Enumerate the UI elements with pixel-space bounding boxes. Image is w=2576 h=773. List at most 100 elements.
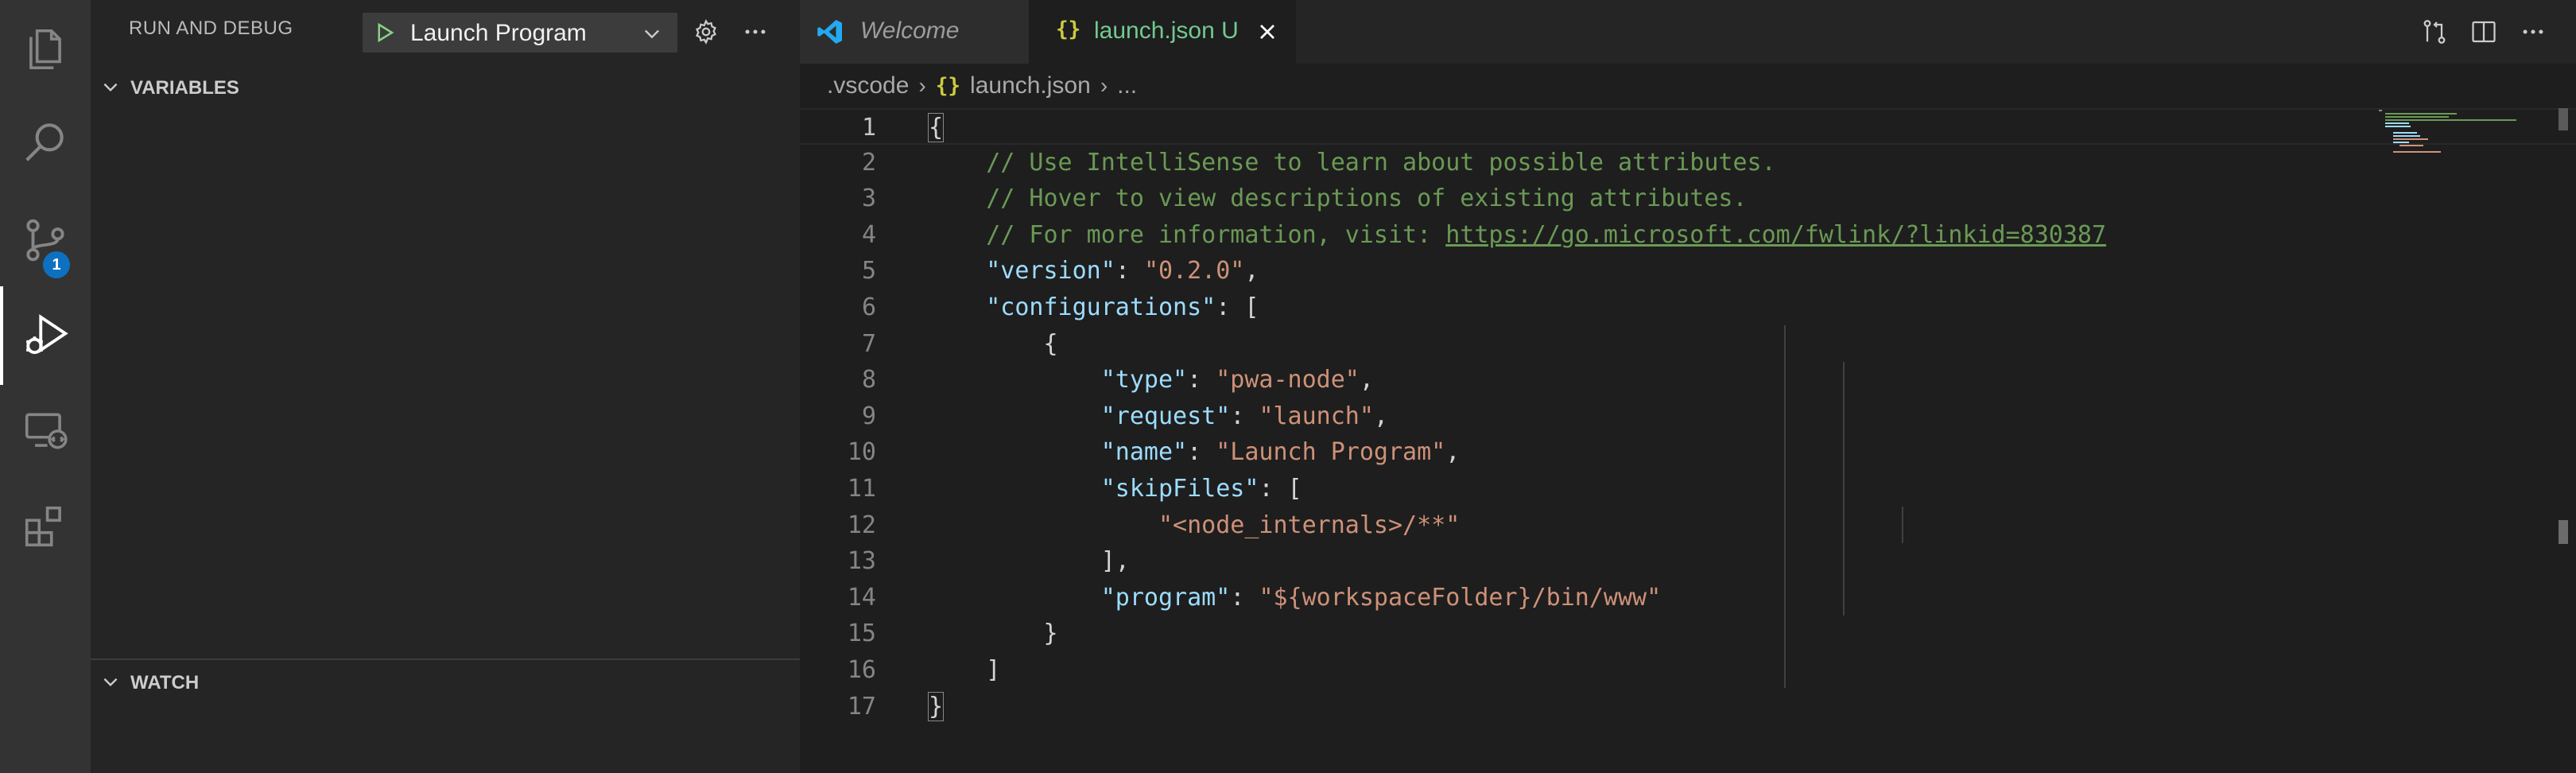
sidebar-title: RUN AND DEBUG (129, 17, 293, 39)
open-changes-icon[interactable] (2417, 14, 2452, 49)
breadcrumb: .vscode › {} launch.json › ... (827, 70, 1146, 102)
code-line[interactable]: 6 "configurations": [ (800, 289, 2576, 326)
line-number: 7 (861, 329, 876, 358)
variables-section-label: VARIABLES (130, 77, 239, 99)
split-editor-icon[interactable] (2466, 14, 2501, 49)
scrollbar-marker (2559, 520, 2568, 544)
more-actions-icon[interactable] (738, 14, 773, 49)
run-debug-sidebar: RUN AND DEBUG Launch Program VARIABLES W… (91, 0, 800, 773)
code-text: "<node_internals>/**" (1158, 511, 1461, 539)
minimap[interactable] (2377, 108, 2520, 172)
code-text: "name": "Launch Program", (1100, 438, 1461, 467)
code-line[interactable]: 1{ (800, 108, 2576, 145)
code-text: { (929, 329, 1058, 358)
code-text: { (927, 113, 945, 142)
code-text: "type": "pwa-node", (1100, 366, 1374, 394)
run-debug-icon[interactable] (0, 286, 91, 385)
line-number: 17 (847, 692, 876, 721)
debug-config-select[interactable]: Launch Program (363, 13, 677, 52)
chevron-right-icon: › (918, 73, 926, 98)
line-number: 15 (847, 620, 876, 648)
chevron-down-icon (103, 83, 118, 92)
code-text: ] (929, 656, 1001, 684)
breadcrumb-file[interactable]: launch.json (970, 72, 1091, 99)
code-line[interactable]: 12 "<node_internals>/**" (800, 507, 2576, 544)
start-debugging-icon[interactable] (372, 21, 396, 45)
explorer-icon[interactable] (0, 0, 91, 99)
breadcrumb-symbols[interactable]: ... (1117, 72, 1137, 99)
json-file-icon: {} (1056, 17, 1081, 41)
code-line[interactable]: 7 { (800, 326, 2576, 363)
activity-bar: 1 (0, 0, 91, 773)
variables-section-header[interactable]: VARIABLES (91, 67, 800, 107)
code-text: "program": "${workspaceFolder}/bin/www" (1100, 583, 1662, 612)
tab-label: Welcome (860, 17, 960, 44)
source-control-badge: 1 (43, 251, 70, 278)
line-number: 4 (861, 220, 876, 249)
vscode-logo-icon (817, 20, 842, 44)
line-number: 8 (861, 366, 876, 394)
sidebar-header: RUN AND DEBUG Launch Program (91, 0, 800, 64)
remote-explorer-icon[interactable] (0, 382, 91, 480)
line-number: 9 (861, 402, 876, 430)
indent-guide (1902, 507, 1903, 543)
tab-bar: Welcome {} launch.json U (800, 0, 2576, 64)
indent-guide (1843, 362, 1845, 616)
indent-guide (1784, 325, 1786, 688)
line-number: 16 (847, 656, 876, 684)
line-number: 2 (861, 148, 876, 177)
editor-area: Welcome {} launch.json U .vscode › {} la… (800, 0, 2576, 773)
code-line[interactable]: 8 "type": "pwa-node", (800, 362, 2576, 398)
code-line[interactable]: 9 "request": "launch", (800, 398, 2576, 435)
code-text: ], (929, 547, 1130, 576)
source-control-icon[interactable]: 1 (0, 191, 91, 289)
untracked-status: U (1221, 17, 1239, 44)
debug-config-label: Launch Program (410, 20, 587, 46)
close-icon[interactable] (1255, 19, 1280, 45)
code-line[interactable]: 16 ] (800, 652, 2576, 689)
line-number: 5 (861, 257, 876, 286)
docs-link[interactable]: https://go.microsoft.com/fwlink/?linkid=… (1445, 221, 2106, 249)
chevron-down-icon (103, 678, 118, 687)
code-line[interactable]: 13 ], (800, 543, 2576, 580)
code-line[interactable]: 2 // Use IntelliSense to learn about pos… (800, 145, 2576, 181)
line-number: 14 (847, 583, 876, 612)
code-line[interactable]: 11 "skipFiles": [ (800, 471, 2576, 507)
code-editor[interactable]: 1{2 // Use IntelliSense to learn about p… (800, 108, 2576, 773)
tab-launch-json[interactable]: {} launch.json U (1029, 0, 1296, 64)
code-text: // For more information, visit: https://… (929, 220, 2107, 249)
code-text: "request": "launch", (1100, 402, 1388, 430)
scrollbar-thumb[interactable] (2559, 108, 2568, 130)
code-text: // Use IntelliSense to learn about possi… (929, 148, 1776, 177)
line-number: 6 (861, 293, 876, 321)
line-number: 11 (847, 475, 876, 503)
code-line[interactable]: 10 "name": "Launch Program", (800, 434, 2576, 471)
code-line[interactable]: 17} (800, 689, 2576, 725)
code-line[interactable]: 5 "version": "0.2.0", (800, 253, 2576, 289)
gear-icon[interactable] (689, 14, 724, 49)
code-line[interactable]: 15 } (800, 616, 2576, 652)
line-number: 13 (847, 547, 876, 576)
code-line[interactable]: 14 "program": "${workspaceFolder}/bin/ww… (800, 580, 2576, 616)
extensions-icon[interactable] (0, 477, 91, 576)
more-actions-icon[interactable] (2516, 14, 2551, 49)
code-text: "skipFiles": [ (1100, 475, 1302, 503)
chevron-down-icon (645, 29, 659, 39)
search-icon[interactable] (0, 92, 91, 191)
code-line[interactable]: 3 // Hover to view descriptions of exist… (800, 181, 2576, 217)
line-number: 3 (861, 185, 876, 213)
watch-section-header[interactable]: WATCH (91, 662, 800, 701)
section-divider[interactable] (91, 658, 800, 660)
json-file-icon: {} (935, 74, 961, 98)
code-text: } (927, 691, 945, 721)
code-text: } (929, 620, 1058, 648)
code-text: "version": "0.2.0", (986, 257, 1259, 286)
code-text: // Hover to view descriptions of existin… (929, 185, 1748, 213)
code-text: "configurations": [ (986, 293, 1259, 321)
breadcrumb-folder[interactable]: .vscode (827, 72, 909, 99)
line-number: 10 (847, 438, 876, 467)
code-line[interactable]: 4 // For more information, visit: https:… (800, 217, 2576, 254)
tab-welcome[interactable]: Welcome (800, 0, 1029, 64)
tab-label: launch.json U (1094, 17, 1239, 44)
chevron-right-icon: › (1100, 73, 1108, 98)
